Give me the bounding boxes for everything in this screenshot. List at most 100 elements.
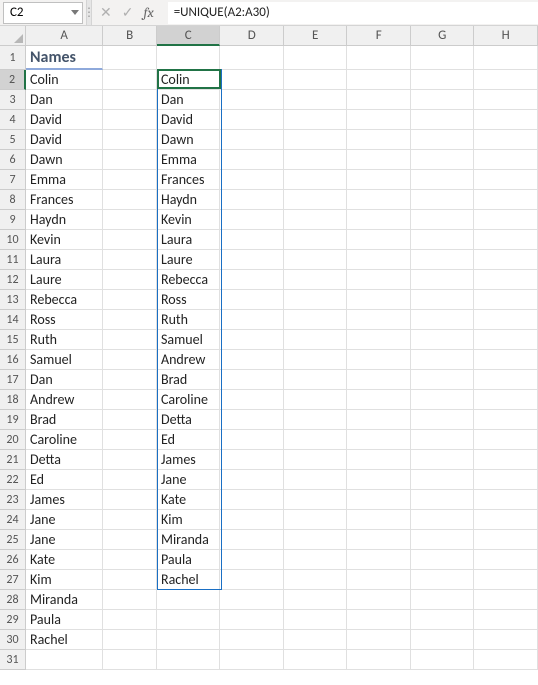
cell-F1[interactable] bbox=[347, 46, 411, 70]
cell-G21[interactable] bbox=[411, 450, 475, 470]
cell-F8[interactable] bbox=[347, 190, 411, 210]
cell-H12[interactable] bbox=[474, 270, 538, 290]
cell-A28[interactable]: Miranda bbox=[26, 590, 103, 610]
row-header-4[interactable]: 4 bbox=[0, 110, 26, 130]
column-header-E[interactable]: E bbox=[284, 26, 348, 46]
cell-G20[interactable] bbox=[411, 430, 475, 450]
cell-G17[interactable] bbox=[411, 370, 475, 390]
cell-B14[interactable] bbox=[103, 310, 157, 330]
cell-D3[interactable] bbox=[220, 90, 284, 110]
cell-A7[interactable]: Emma bbox=[26, 170, 103, 190]
cell-H20[interactable] bbox=[474, 430, 538, 450]
cells-area[interactable]: NamesColinColinDanDanDavidDavidDavidDawn… bbox=[26, 46, 538, 670]
cell-C16[interactable]: Andrew bbox=[157, 350, 221, 370]
cell-B18[interactable] bbox=[103, 390, 157, 410]
cell-C5[interactable]: Dawn bbox=[157, 130, 221, 150]
cell-G6[interactable] bbox=[411, 150, 475, 170]
cell-D18[interactable] bbox=[220, 390, 284, 410]
cell-A17[interactable]: Dan bbox=[26, 370, 103, 390]
cell-B13[interactable] bbox=[103, 290, 157, 310]
cell-C27[interactable]: Rachel bbox=[157, 570, 221, 590]
cell-A20[interactable]: Caroline bbox=[26, 430, 103, 450]
row-header-20[interactable]: 20 bbox=[0, 430, 26, 450]
cell-B8[interactable] bbox=[103, 190, 157, 210]
cell-C26[interactable]: Paula bbox=[157, 550, 221, 570]
cell-H10[interactable] bbox=[474, 230, 538, 250]
cell-E8[interactable] bbox=[284, 190, 348, 210]
row-header-30[interactable]: 30 bbox=[0, 630, 26, 650]
cell-D20[interactable] bbox=[220, 430, 284, 450]
cell-B31[interactable] bbox=[103, 650, 157, 670]
cell-F28[interactable] bbox=[347, 590, 411, 610]
cell-F6[interactable] bbox=[347, 150, 411, 170]
cell-C9[interactable]: Kevin bbox=[157, 210, 221, 230]
cell-A26[interactable]: Kate bbox=[26, 550, 103, 570]
cell-H28[interactable] bbox=[474, 590, 538, 610]
cell-C20[interactable]: Ed bbox=[157, 430, 221, 450]
cell-E21[interactable] bbox=[284, 450, 348, 470]
cell-A14[interactable]: Ross bbox=[26, 310, 103, 330]
cell-A3[interactable]: Dan bbox=[26, 90, 103, 110]
cell-H26[interactable] bbox=[474, 550, 538, 570]
cell-E26[interactable] bbox=[284, 550, 348, 570]
column-header-H[interactable]: H bbox=[474, 26, 538, 46]
cell-E18[interactable] bbox=[284, 390, 348, 410]
cell-B28[interactable] bbox=[103, 590, 157, 610]
cell-B19[interactable] bbox=[103, 410, 157, 430]
cell-F11[interactable] bbox=[347, 250, 411, 270]
cell-F14[interactable] bbox=[347, 310, 411, 330]
cell-C28[interactable] bbox=[157, 590, 221, 610]
cell-F7[interactable] bbox=[347, 170, 411, 190]
cell-D11[interactable] bbox=[220, 250, 284, 270]
cell-B2[interactable] bbox=[103, 70, 157, 90]
cell-G13[interactable] bbox=[411, 290, 475, 310]
cell-E3[interactable] bbox=[284, 90, 348, 110]
cell-G14[interactable] bbox=[411, 310, 475, 330]
cell-E2[interactable] bbox=[284, 70, 348, 90]
select-all-corner[interactable] bbox=[0, 26, 26, 46]
cell-F25[interactable] bbox=[347, 530, 411, 550]
cell-B5[interactable] bbox=[103, 130, 157, 150]
cell-G19[interactable] bbox=[411, 410, 475, 430]
chevron-down-icon[interactable] bbox=[71, 10, 79, 15]
row-header-15[interactable]: 15 bbox=[0, 330, 26, 350]
cell-A4[interactable]: David bbox=[26, 110, 103, 130]
row-header-18[interactable]: 18 bbox=[0, 390, 26, 410]
cell-H1[interactable] bbox=[474, 46, 538, 70]
cell-A25[interactable]: Jane bbox=[26, 530, 103, 550]
cell-C29[interactable] bbox=[157, 610, 221, 630]
cell-C18[interactable]: Caroline bbox=[157, 390, 221, 410]
cell-A31[interactable] bbox=[26, 650, 103, 670]
column-header-A[interactable]: A bbox=[26, 26, 103, 46]
cell-B20[interactable] bbox=[103, 430, 157, 450]
cell-E25[interactable] bbox=[284, 530, 348, 550]
row-header-27[interactable]: 27 bbox=[0, 570, 26, 590]
cell-C15[interactable]: Samuel bbox=[157, 330, 221, 350]
cell-A1[interactable]: Names bbox=[26, 46, 103, 70]
row-header-1[interactable]: 1 bbox=[0, 46, 26, 70]
cell-B23[interactable] bbox=[103, 490, 157, 510]
cell-H25[interactable] bbox=[474, 530, 538, 550]
cell-C21[interactable]: James bbox=[157, 450, 221, 470]
cell-D6[interactable] bbox=[220, 150, 284, 170]
column-header-D[interactable]: D bbox=[220, 26, 284, 46]
cell-C22[interactable]: Jane bbox=[157, 470, 221, 490]
cell-C23[interactable]: Kate bbox=[157, 490, 221, 510]
row-header-12[interactable]: 12 bbox=[0, 270, 26, 290]
cell-G22[interactable] bbox=[411, 470, 475, 490]
row-header-10[interactable]: 10 bbox=[0, 230, 26, 250]
cell-C25[interactable]: Miranda bbox=[157, 530, 221, 550]
cell-F29[interactable] bbox=[347, 610, 411, 630]
row-header-2[interactable]: 2 bbox=[0, 70, 26, 90]
cell-G18[interactable] bbox=[411, 390, 475, 410]
cell-C13[interactable]: Ross bbox=[157, 290, 221, 310]
cell-D12[interactable] bbox=[220, 270, 284, 290]
cell-D22[interactable] bbox=[220, 470, 284, 490]
cell-A10[interactable]: Kevin bbox=[26, 230, 103, 250]
cell-E17[interactable] bbox=[284, 370, 348, 390]
cell-G4[interactable] bbox=[411, 110, 475, 130]
cell-A18[interactable]: Andrew bbox=[26, 390, 103, 410]
cell-A6[interactable]: Dawn bbox=[26, 150, 103, 170]
cell-H14[interactable] bbox=[474, 310, 538, 330]
cell-F20[interactable] bbox=[347, 430, 411, 450]
